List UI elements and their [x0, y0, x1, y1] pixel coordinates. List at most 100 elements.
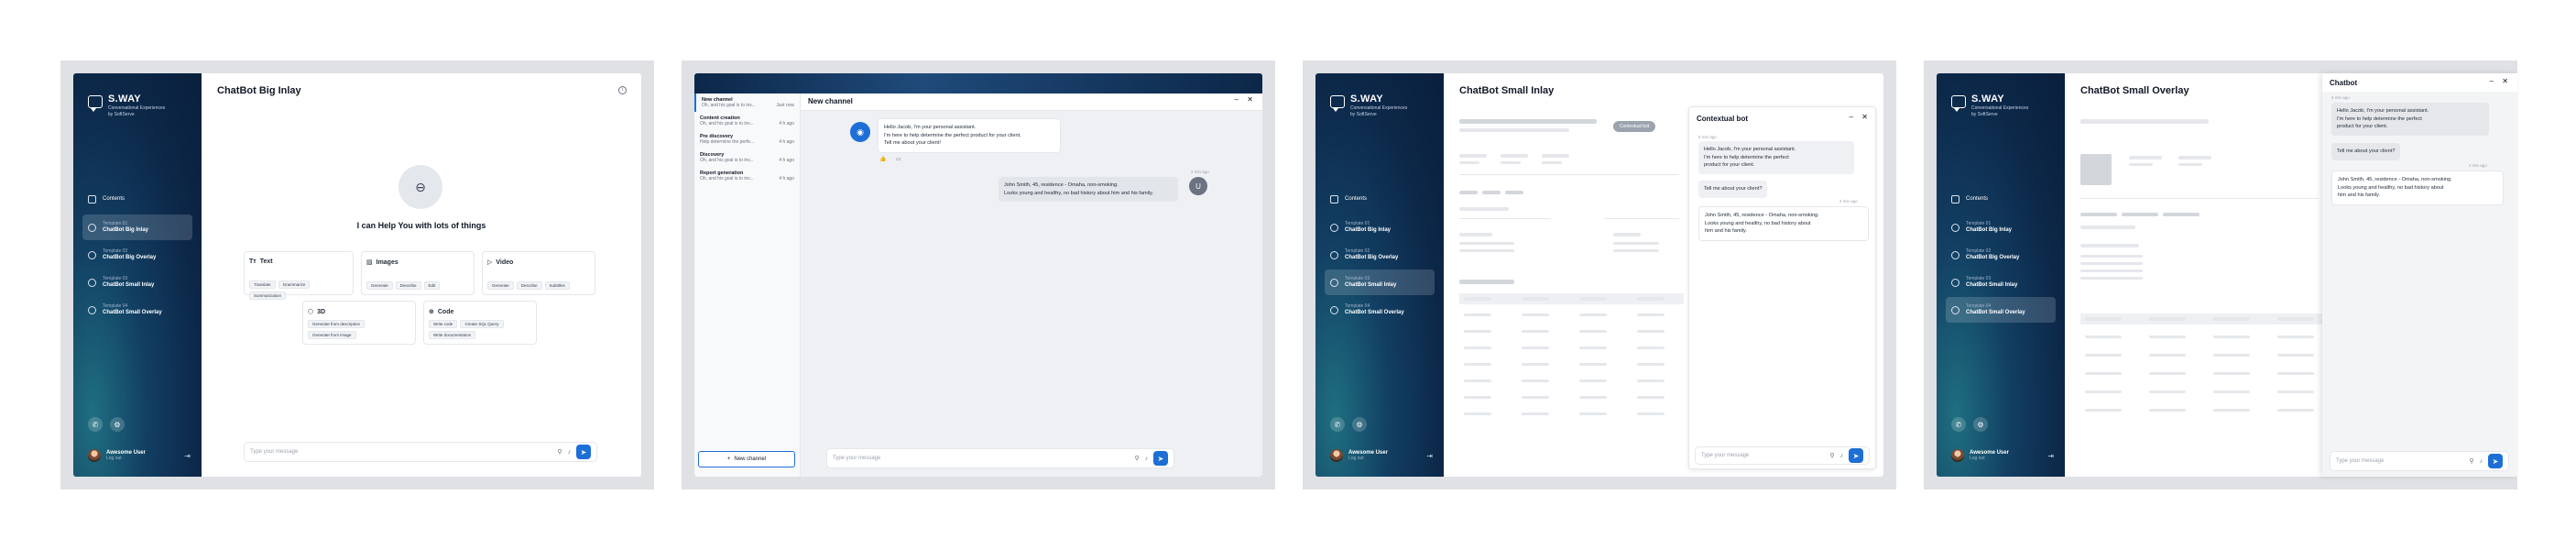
microphone-icon[interactable]: ♪	[1840, 453, 1844, 459]
new-channel-button[interactable]: + New channel	[698, 451, 795, 468]
chat-area: ◉ Hello Jacob, I'm your personal assista…	[801, 111, 1262, 477]
chip-sql-query[interactable]: Create SQL Query	[460, 320, 504, 328]
thumbs-up-icon[interactable]: 👍	[879, 156, 886, 162]
send-button[interactable]: ➤	[2488, 454, 2503, 468]
send-button[interactable]: ➤	[1849, 448, 1863, 463]
phone-icon[interactable]: ✆	[88, 417, 103, 432]
comment-icon[interactable]: ▭	[896, 156, 901, 162]
sidebar-nav: Contents Template 01 ChatBot Big Inlay Te…	[1325, 191, 1435, 324]
sidebar-item-template-02[interactable]: Template 02 ChatBot Big Overlay	[1946, 242, 2056, 268]
chip-describe[interactable]: Describe	[395, 281, 421, 290]
message-input[interactable]: Type your message ⚲ ♪ ➤	[244, 442, 597, 462]
attach-icon[interactable]: ⚲	[2469, 457, 2473, 465]
phone-icon[interactable]: ✆	[1951, 417, 1966, 432]
settings-icon[interactable]: ⚙	[1352, 417, 1367, 432]
channel-item[interactable]: New channel Oh, and his goal is to inv..…	[694, 94, 800, 112]
capability-card-text[interactable]: Tт Text Translate Grammarize Summarization	[244, 251, 354, 300]
capability-card-3d[interactable]: ⬡ 3D Generate from description Generate fr…	[302, 301, 416, 345]
channel-item[interactable]: Pre discovery Help determine the perfe..…	[694, 130, 800, 148]
skeleton-line	[1522, 396, 1549, 399]
capability-card-code[interactable]: ⊕ Code Write code Create SQL Query Write do…	[423, 301, 537, 345]
chip-translate[interactable]: Translate	[249, 280, 276, 289]
channel-item[interactable]: Report generation Oh, and his goal is to…	[694, 167, 800, 185]
logout-link[interactable]: Log out	[1348, 456, 1388, 461]
phone-icon[interactable]: ✆	[1330, 417, 1345, 432]
message-input[interactable]: Type your message ⚲ ♪ ➤	[1695, 446, 1870, 465]
sidebar-item-label: ChatBot Small Overlay	[1966, 310, 2025, 315]
info-icon[interactable]: i	[618, 86, 627, 94]
microphone-icon[interactable]: ♪	[1145, 456, 1149, 462]
microphone-icon[interactable]: ♪	[568, 449, 572, 456]
sidebar-item-template-04[interactable]: Template 04 ChatBot Small Overlay	[82, 297, 192, 323]
message-input[interactable]: Type your message ⚲ ♪ ➤	[2330, 451, 2509, 471]
minimize-icon[interactable]: –	[2490, 77, 2494, 85]
settings-icon[interactable]: ⚙	[1973, 417, 1988, 432]
chip-generate-description[interactable]: Generate from description	[308, 320, 366, 328]
chip-subtitles[interactable]: Subtitles	[544, 281, 570, 290]
chip-generate[interactable]: Generate	[366, 281, 393, 290]
brand-logo[interactable]: S.WAY Conversational Experiences by Soft…	[1330, 94, 1407, 117]
user-message-line: John Smith, 45, residence - Omaha, non-s…	[1705, 213, 1819, 218]
close-icon[interactable]: ✕	[1247, 95, 1253, 104]
logout-link[interactable]: Log out	[106, 456, 146, 461]
bot-message: Hello Jacob, I'm your personal assistant…	[2331, 103, 2489, 136]
close-icon[interactable]: ✕	[1861, 113, 1868, 121]
chip-generate[interactable]: Generate	[487, 281, 514, 290]
close-icon[interactable]: ✕	[2502, 77, 2508, 85]
sidebar-item-contents[interactable]: Contents	[1946, 191, 2056, 207]
brand-logo[interactable]: S.WAY Conversational Experiences by Soft…	[88, 94, 165, 117]
send-button[interactable]: ➤	[576, 445, 591, 459]
chat-icon	[88, 223, 96, 232]
channel-snippet: Oh, and his goal is to inv...	[702, 103, 756, 108]
attach-icon[interactable]: ⚲	[1134, 455, 1139, 462]
sidebar-item-template-03[interactable]: Template 03 ChatBot Small Inlay	[1946, 270, 2056, 295]
chip-grammarize[interactable]: Grammarize	[278, 280, 311, 289]
divider	[1459, 218, 1551, 219]
logout-icon[interactable]: ⇥	[2047, 452, 2054, 460]
sidebar-item-template-04[interactable]: Template 04 ChatBot Small Overlay	[1946, 297, 2056, 323]
chip-generate-image[interactable]: Generate from image	[308, 331, 356, 339]
chip-write-docs[interactable]: Write documentation	[429, 331, 476, 339]
send-button[interactable]: ➤	[1153, 451, 1168, 466]
chip-describe[interactable]: Describe	[516, 281, 542, 290]
page-title: ChatBot Big Inlay	[217, 85, 301, 96]
minimize-icon[interactable]: –	[1850, 113, 1853, 121]
brand-name: S.WAY	[108, 94, 141, 104]
card-title: 3D	[317, 308, 326, 315]
sidebar-item-contents[interactable]: Contents	[1325, 191, 1435, 207]
user-message-line: him and his family.	[2338, 192, 2380, 198]
brand-logo[interactable]: S.WAY Conversational Experiences by Soft…	[1951, 94, 2028, 117]
channel-item[interactable]: Content creation Oh, and his goal is to …	[694, 112, 800, 130]
sidebar-item-template-02[interactable]: Template 02 ChatBot Big Overlay	[1325, 242, 1435, 268]
skeleton-line	[1637, 330, 1665, 333]
minimize-icon[interactable]: –	[1235, 95, 1239, 104]
sidebar-item-template-01[interactable]: Template 01 ChatBot Big Inlay	[1946, 214, 2056, 240]
sidebar-item-template-03[interactable]: Template 03 ChatBot Small Inlay	[1325, 270, 1435, 295]
capability-card-images[interactable]: ▨ Images Generate Describe Edit	[361, 251, 475, 295]
settings-icon[interactable]: ⚙	[110, 417, 125, 432]
sidebar-item-template-01[interactable]: Template 01 ChatBot Big Inlay	[82, 214, 192, 240]
logout-link[interactable]: Log out	[1970, 456, 2009, 461]
logout-icon[interactable]: ⇥	[184, 452, 191, 460]
contextual-bot-button[interactable]: Contextual bot	[1613, 121, 1656, 132]
sidebar-item-template-03[interactable]: Template 03 ChatBot Small Inlay	[82, 270, 192, 295]
attach-icon[interactable]: ⚲	[557, 448, 562, 456]
message-input[interactable]: Type your message ⚲ ♪ ➤	[826, 448, 1174, 468]
sidebar-item-template-02[interactable]: Template 02 ChatBot Big Overlay	[82, 242, 192, 268]
sidebar-item-contents[interactable]: Contents	[82, 191, 192, 207]
capability-card-video[interactable]: ▷ Video Generate Describe Subtitles	[482, 251, 595, 295]
logout-icon[interactable]: ⇥	[1426, 452, 1433, 460]
channel-item[interactable]: Discovery Oh, and his goal is to inv... 4…	[694, 148, 800, 167]
chip-write-code[interactable]: Write code	[429, 320, 458, 328]
attach-icon[interactable]: ⚲	[1829, 452, 1834, 459]
chip-edit[interactable]: Edit	[423, 281, 441, 290]
sidebar: S.WAY Conversational Experiences by Soft…	[1937, 73, 2065, 477]
microphone-icon[interactable]: ♪	[2480, 458, 2483, 465]
sidebar-item-template-04[interactable]: Template 04 ChatBot Small Overlay	[1325, 297, 1435, 323]
chip-summarization[interactable]: Summarization	[249, 292, 287, 300]
skeleton-line	[1464, 412, 1491, 415]
screenshot-panel-1: S.WAY Conversational Experiences by Soft…	[60, 60, 654, 490]
sidebar-item-template-01[interactable]: Template 01 ChatBot Big Inlay	[1325, 214, 1435, 240]
user-message: John Smith, 45, residence - Omaha, non-s…	[999, 177, 1178, 202]
image-placeholder	[2080, 154, 2112, 185]
